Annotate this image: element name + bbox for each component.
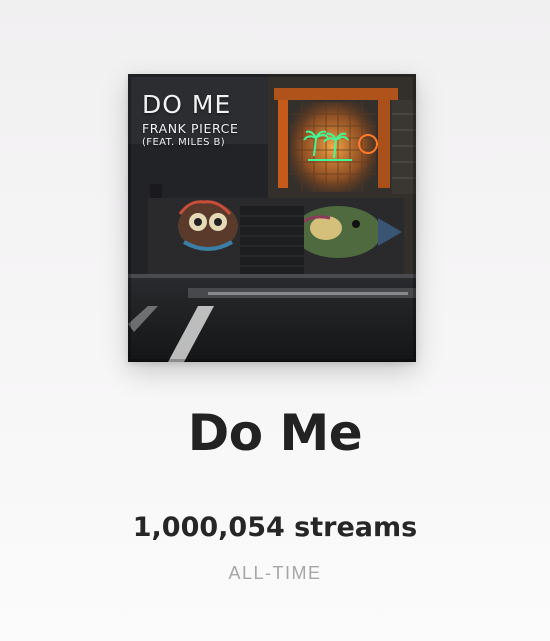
- album-artwork[interactable]: DO ME FRANK PIERCE (FEAT. MILES B): [128, 74, 416, 362]
- song-title: Do Me: [187, 404, 363, 462]
- track-stats-screen: DO ME FRANK PIERCE (FEAT. MILES B) Do Me…: [0, 0, 550, 641]
- artwork-title: DO ME: [142, 90, 232, 119]
- artwork-artist: FRANK PIERCE: [142, 121, 239, 136]
- artwork-featuring: (FEAT. MILES B): [142, 137, 226, 148]
- stream-count: 1,000,054 streams: [132, 512, 418, 543]
- period-label: ALL-TIME: [228, 563, 322, 583]
